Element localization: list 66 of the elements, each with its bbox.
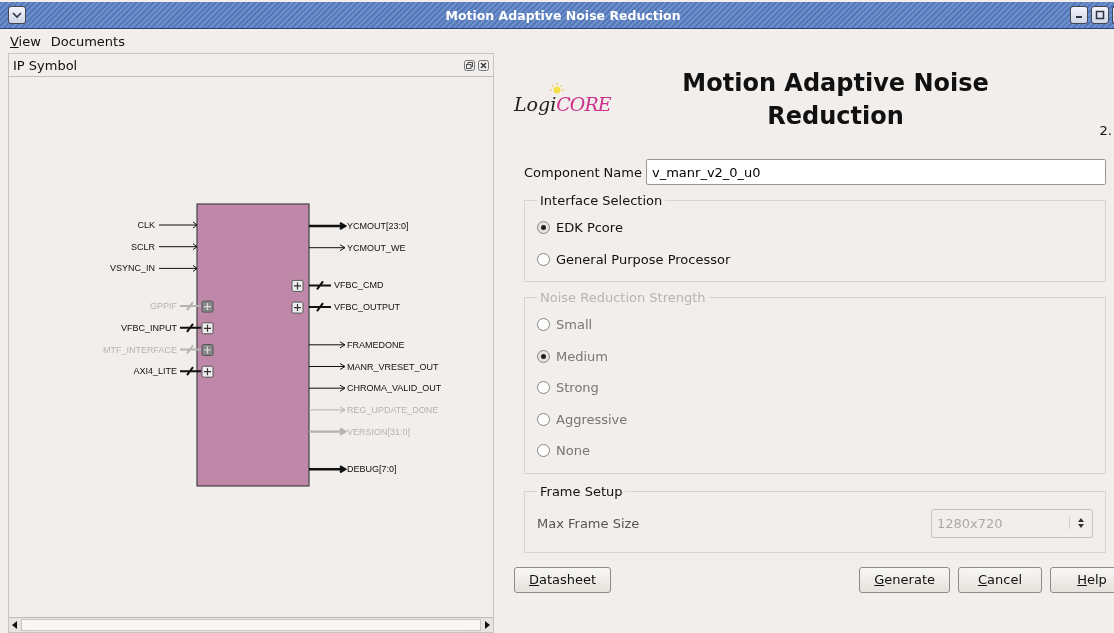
bus-pin (308, 302, 332, 313)
dialog-button[interactable]: Datasheet (514, 566, 612, 593)
menu-item[interactable]: View (10, 33, 41, 49)
maximize-button[interactable] (1091, 6, 1109, 24)
pin-label: VFBC_CMD (334, 280, 384, 291)
maximize-icon (1095, 10, 1105, 20)
window-title: Motion Adaptive Noise Reduction (444, 7, 682, 23)
dialog-button[interactable]: Help (1050, 566, 1114, 593)
pin-label: VFBC_OUTPUT (334, 302, 400, 313)
pin-arrow (158, 264, 198, 272)
horizontal-scrollbar[interactable] (9, 617, 493, 632)
pin-arrow (308, 384, 346, 392)
pin-label: MANR_VRESET_OUT (347, 361, 439, 372)
version-label: 2. (1099, 123, 1112, 138)
pin-label: CHROMA_VALID_OUT (347, 383, 442, 394)
group-title: Noise Reduction Strength (539, 290, 707, 305)
pin-arrow (308, 341, 346, 349)
pin-arrow (308, 406, 346, 414)
pin-label: DEBUG[7:0] (347, 464, 397, 475)
expand-icon[interactable] (201, 365, 214, 378)
dialog-button[interactable]: Cancel (958, 566, 1042, 593)
caret-icon (12, 11, 22, 19)
pin-label: VFBC_INPUT (121, 322, 177, 333)
group-title: Frame Setup (539, 483, 624, 499)
pin-label: GPPIF (150, 301, 177, 312)
pin-arrow (307, 221, 348, 231)
radio-option[interactable]: General Purpose Processor (537, 243, 1093, 275)
expand-icon[interactable] (201, 322, 214, 335)
pin-label: VERSION[31:0] (347, 426, 411, 437)
dialog-button[interactable]: Generate (859, 566, 950, 593)
radio-option[interactable]: EDK Pcore (537, 212, 1093, 244)
heading: Motion Adaptive Noise Reduction (681, 68, 990, 132)
pin-label: CLK (137, 220, 155, 230)
bus-pin (308, 280, 332, 291)
field-label: Component Name (524, 164, 642, 180)
minimize-button[interactable] (1070, 6, 1088, 24)
expand-icon[interactable] (201, 344, 214, 356)
bus-pin (179, 344, 202, 355)
panel-title: IP Symbol (13, 57, 79, 73)
field-label: Max Frame Size (537, 515, 640, 531)
expand-icon[interactable] (291, 301, 304, 314)
pin-label: REG_UPDATE_DONE (347, 404, 439, 415)
component-name-field[interactable]: v_manr_v2_0_u0 (645, 159, 1106, 185)
close-icon[interactable] (478, 59, 489, 71)
pin-label: FRAMEDONE (347, 339, 405, 350)
bus-pin (179, 322, 202, 333)
pin-label: VSYNC_IN (110, 263, 155, 274)
menu-item[interactable]: Documents (50, 33, 125, 49)
pin-arrow (307, 427, 348, 436)
pin-arrow (158, 243, 198, 251)
expand-icon[interactable] (291, 279, 304, 292)
float-icon[interactable] (464, 59, 475, 71)
pin-arrow (308, 244, 346, 252)
pin-arrow (307, 465, 348, 474)
pin-label: AXI4_LITE (133, 366, 177, 377)
bus-pin (179, 301, 202, 312)
bus-pin (179, 366, 202, 377)
pin-label: MTF_INTERFACE (103, 344, 177, 355)
logo: LogiCORE (514, 83, 611, 117)
pin-label: YCMOUT_WE (347, 242, 406, 253)
window-menu-button[interactable] (8, 6, 26, 24)
group-title: Interface Selection (539, 193, 664, 208)
pin-arrow (308, 363, 346, 370)
pin-arrow (158, 221, 198, 229)
pin-label: SCLR (131, 241, 155, 252)
pin-label: YCMOUT[23:0] (347, 221, 409, 231)
